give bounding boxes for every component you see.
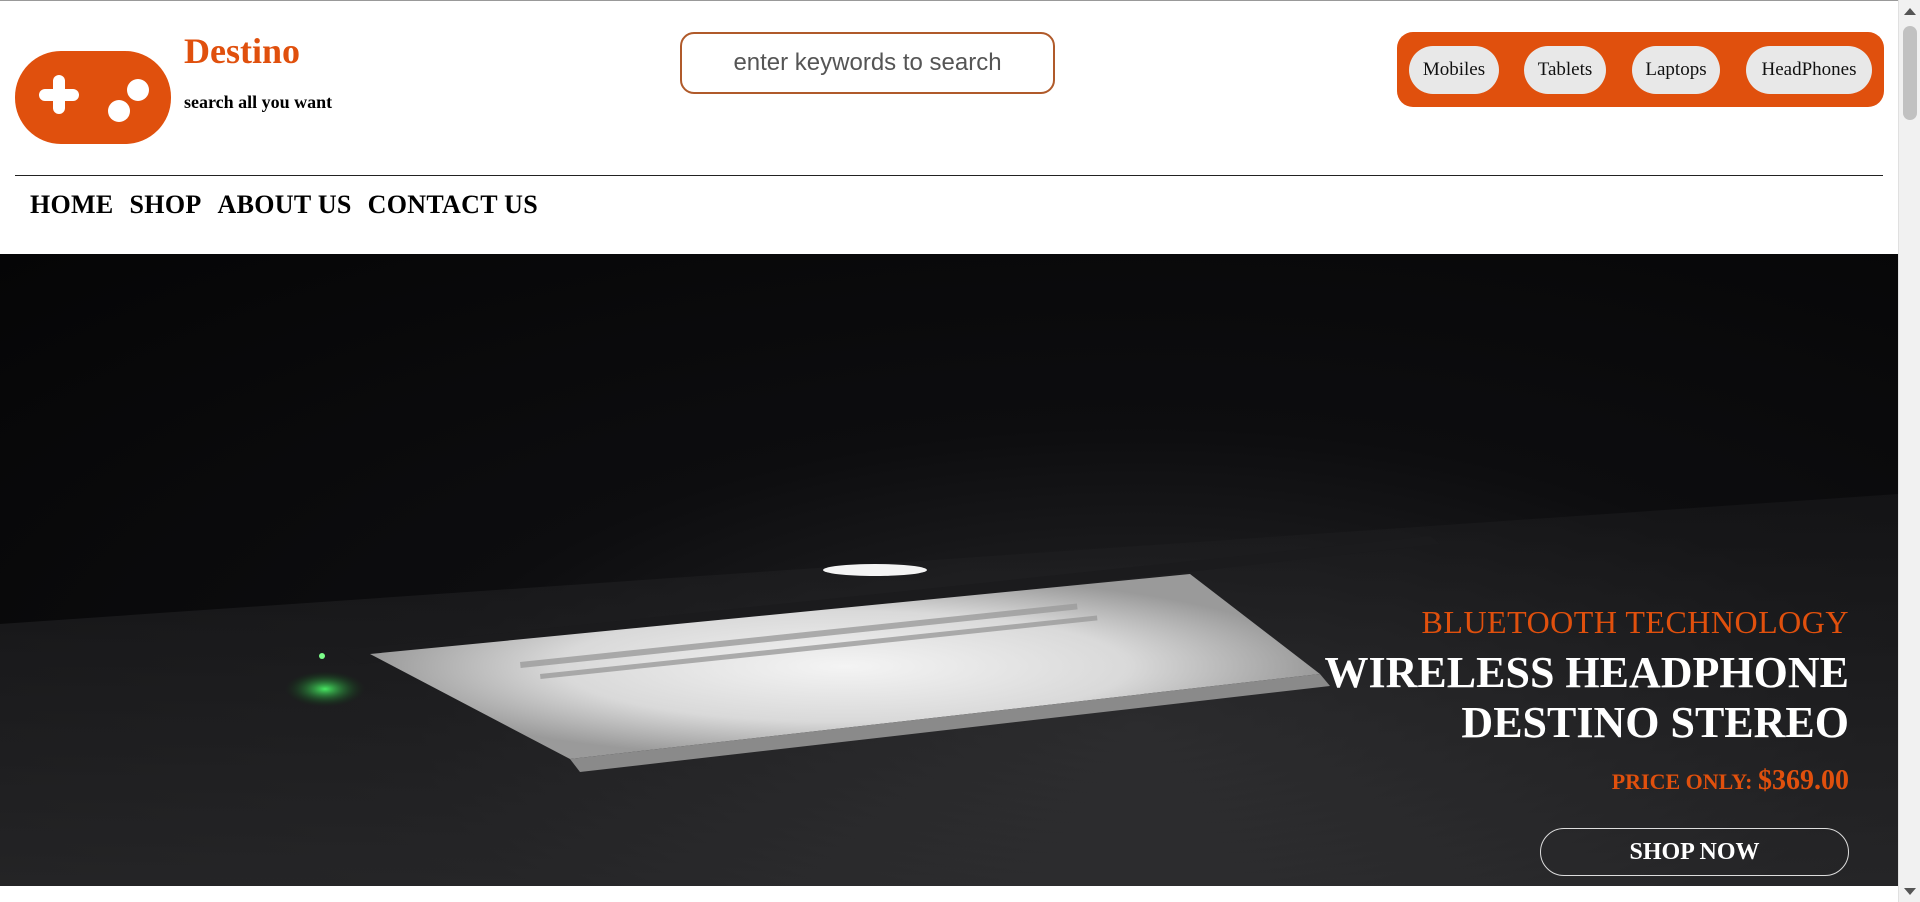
- hero-kicker: BLUETOOTH TECHNOLOGY: [1421, 604, 1849, 640]
- category-mobiles[interactable]: Mobiles: [1409, 46, 1499, 94]
- hero-price: $369.00: [1758, 765, 1849, 796]
- hero-title-line2: DESTINO STEREO: [1461, 698, 1849, 747]
- page-scrollbar[interactable]: [1898, 0, 1920, 902]
- gamepad-icon[interactable]: [15, 51, 171, 144]
- logo-button-dot: [127, 79, 149, 101]
- laptop-logo-glow: [823, 564, 927, 576]
- brand-name[interactable]: Destino: [184, 30, 300, 72]
- category-headphones[interactable]: HeadPhones: [1746, 46, 1872, 94]
- brand-tagline: search all you want: [184, 92, 333, 112]
- scroll-up-icon[interactable]: [1904, 8, 1916, 15]
- hero-price-row: PRICE ONLY: $369.00: [1612, 765, 1849, 797]
- green-led-glow: [285, 671, 365, 707]
- logo-plus-horizontal: [39, 89, 79, 101]
- hero-title: WIRELESS HEADPHONE DESTINO STEREO: [1149, 648, 1849, 748]
- hero-price-label: PRICE ONLY:: [1611, 769, 1753, 794]
- nav-about-us[interactable]: ABOUT US: [218, 190, 352, 220]
- shop-now-button[interactable]: SHOP NOW: [1540, 828, 1849, 876]
- category-laptops[interactable]: Laptops: [1632, 46, 1720, 94]
- category-bar: Mobiles Tablets Laptops HeadPhones: [1397, 32, 1884, 107]
- nav-shop[interactable]: SHOP: [130, 190, 202, 220]
- header-divider: [15, 175, 1883, 176]
- hero-title-line1: WIRELESS HEADPHONE: [1324, 648, 1849, 697]
- scroll-thumb[interactable]: [1903, 26, 1917, 120]
- hero-banner: BLUETOOTH TECHNOLOGY WIRELESS HEADPHONE …: [0, 254, 1898, 886]
- logo-button-dot: [108, 100, 130, 122]
- green-led: [319, 653, 325, 659]
- nav-home[interactable]: HOME: [30, 190, 114, 220]
- scroll-down-icon[interactable]: [1904, 888, 1916, 895]
- nav-contact-us[interactable]: CONTACT US: [368, 190, 538, 220]
- category-tablets[interactable]: Tablets: [1524, 46, 1606, 94]
- search-input[interactable]: [680, 32, 1055, 94]
- site-header: Destino search all you want Mobiles Tabl…: [0, 0, 1898, 176]
- main-nav: HOME SHOP ABOUT US CONTACT US: [30, 190, 538, 220]
